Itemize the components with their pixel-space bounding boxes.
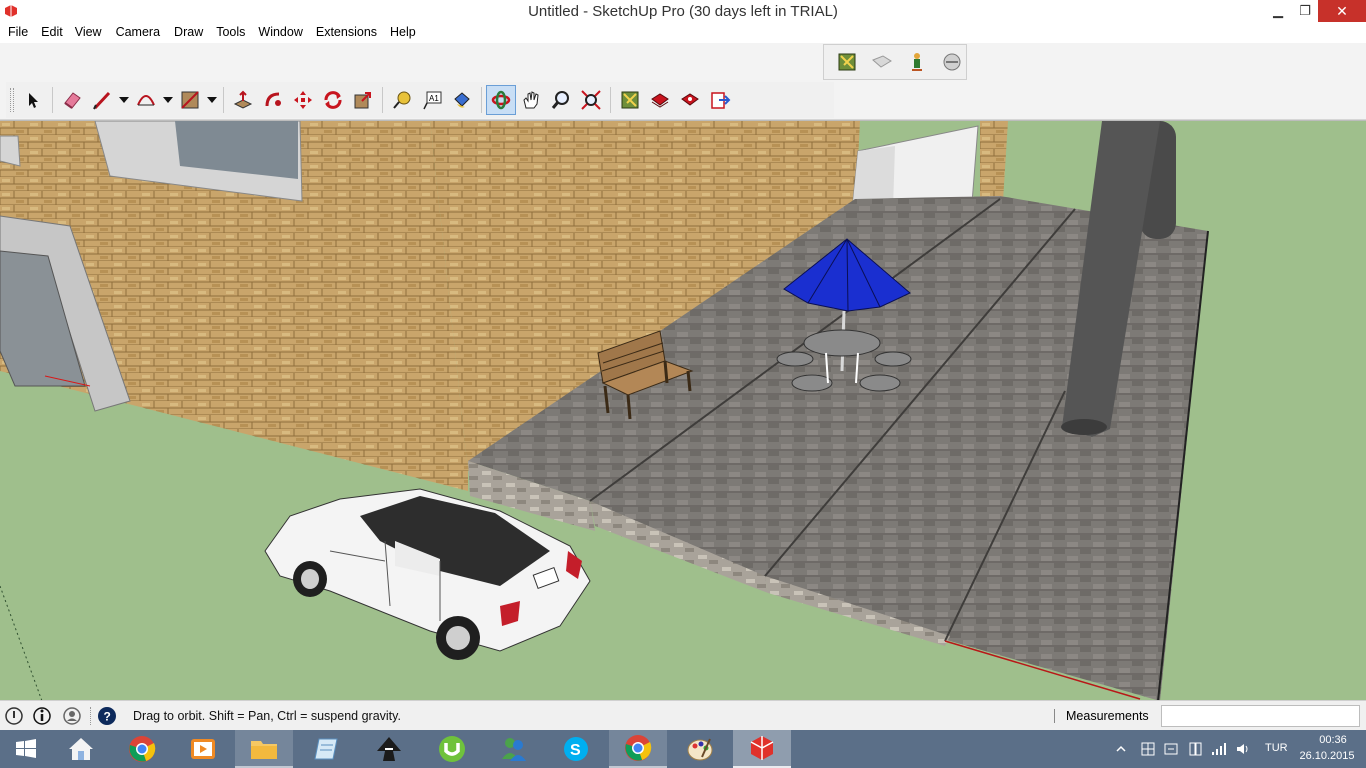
notepad-icon[interactable] xyxy=(298,730,356,768)
move-icon[interactable] xyxy=(288,85,318,115)
taskbar: S TUR 00:36 26.10.2015 xyxy=(0,730,1366,768)
input-language[interactable]: TUR xyxy=(1265,742,1288,754)
main-toolbar: A1 xyxy=(6,82,834,118)
share-model-icon[interactable] xyxy=(867,47,896,77)
volume-icon[interactable] xyxy=(1235,741,1251,757)
tape-measure-icon[interactable] xyxy=(387,85,417,115)
menu-camera[interactable]: Camera xyxy=(116,24,160,43)
rotate-icon[interactable] xyxy=(318,85,348,115)
building-window-sill xyxy=(0,135,21,167)
menu-extensions[interactable]: Extensions xyxy=(316,24,377,43)
status-bar: ? Drag to orbit. Shift = Pan, Ctrl = sus… xyxy=(0,700,1366,730)
pillar-base xyxy=(1061,419,1107,435)
toolbar-grip[interactable] xyxy=(10,88,14,112)
measurements-input[interactable] xyxy=(1161,705,1360,727)
window-title: Untitled - SketchUp Pro (30 days left in… xyxy=(528,3,838,20)
orbit-icon[interactable] xyxy=(486,85,516,115)
eraser-icon[interactable] xyxy=(57,85,87,115)
chevron-down-icon[interactable] xyxy=(205,85,219,115)
warehouse-toolbar xyxy=(823,44,967,80)
menu-tools[interactable]: Tools xyxy=(216,24,245,43)
title-bar: Untitled - SketchUp Pro (30 days left in… xyxy=(0,0,1366,24)
messenger-icon[interactable] xyxy=(485,730,543,768)
media-player-icon[interactable] xyxy=(174,730,232,768)
file-explorer-home-icon[interactable] xyxy=(52,730,110,768)
status-divider xyxy=(1054,709,1055,723)
battery-icon[interactable] xyxy=(1187,741,1203,757)
utorrent-icon[interactable] xyxy=(423,730,481,768)
menu-window[interactable]: Window xyxy=(258,24,302,43)
svg-text:?: ? xyxy=(104,710,111,724)
close-button[interactable]: ✕ xyxy=(1318,0,1366,22)
chevron-up-icon[interactable] xyxy=(1115,743,1127,755)
component-icon[interactable] xyxy=(675,85,705,115)
select-icon[interactable] xyxy=(18,85,48,115)
credits-icon[interactable] xyxy=(32,706,52,726)
layout-icon[interactable] xyxy=(937,47,966,77)
chevron-down-icon[interactable] xyxy=(117,85,131,115)
skype-icon[interactable]: S xyxy=(547,730,605,768)
toolbar-separator xyxy=(382,87,383,113)
menu-help[interactable]: Help xyxy=(390,24,416,43)
paint-bucket-icon[interactable] xyxy=(447,85,477,115)
minimize-button[interactable]: ▁ xyxy=(1265,0,1291,22)
clock-date[interactable]: 26.10.2015 xyxy=(1298,750,1356,762)
clock-time[interactable]: 00:36 xyxy=(1313,734,1353,746)
measurements-label: Measurements xyxy=(1066,709,1149,723)
chevron-down-icon[interactable] xyxy=(161,85,175,115)
chrome-icon[interactable] xyxy=(609,730,667,768)
windows-update-icon[interactable] xyxy=(1163,741,1179,757)
toolbar-separator xyxy=(481,87,482,113)
arc-icon[interactable] xyxy=(131,85,161,115)
user-account-icon[interactable] xyxy=(62,706,82,726)
menu-bar: File Edit View Camera Draw Tools Window … xyxy=(0,24,1366,43)
push-pull-icon[interactable] xyxy=(228,85,258,115)
help-icon[interactable]: ? xyxy=(97,706,117,726)
chrome-icon[interactable] xyxy=(113,730,171,768)
scale-icon[interactable] xyxy=(348,85,378,115)
follow-me-icon[interactable] xyxy=(258,85,288,115)
zoom-extents-icon[interactable] xyxy=(576,85,606,115)
maximize-button[interactable]: ❐ xyxy=(1292,0,1318,22)
menu-file[interactable]: File xyxy=(8,24,28,43)
3d-warehouse-icon[interactable] xyxy=(615,85,645,115)
inkscape-icon[interactable] xyxy=(360,730,418,768)
toolbar-separator xyxy=(223,87,224,113)
file-explorer-icon[interactable] xyxy=(235,730,293,768)
drawing-viewport[interactable] xyxy=(0,120,1366,700)
pan-icon[interactable] xyxy=(516,85,546,115)
status-hint: Drag to orbit. Shift = Pan, Ctrl = suspe… xyxy=(133,709,401,723)
3d-warehouse-icon[interactable] xyxy=(832,47,861,77)
line-icon[interactable] xyxy=(87,85,117,115)
toolbar-separator xyxy=(610,87,611,113)
text-icon[interactable]: A1 xyxy=(417,85,447,115)
geo-location-icon[interactable] xyxy=(4,706,24,726)
zoom-icon[interactable] xyxy=(546,85,576,115)
menu-draw[interactable]: Draw xyxy=(174,24,203,43)
extension-warehouse-icon[interactable] xyxy=(645,85,675,115)
action-center-icon[interactable] xyxy=(1140,741,1156,757)
extension-warehouse-icon[interactable] xyxy=(902,47,931,77)
network-signal-icon[interactable] xyxy=(1211,741,1227,757)
sketchup-icon[interactable] xyxy=(733,730,791,768)
rectangle-icon[interactable] xyxy=(175,85,205,115)
menu-view[interactable]: View xyxy=(75,24,102,43)
status-divider xyxy=(90,707,91,725)
toolbar-separator xyxy=(52,87,53,113)
svg-text:A1: A1 xyxy=(429,94,439,103)
paint-icon[interactable] xyxy=(671,730,729,768)
send-to-layout-icon[interactable] xyxy=(705,85,735,115)
start-icon[interactable] xyxy=(0,730,52,768)
menu-edit[interactable]: Edit xyxy=(41,24,63,43)
svg-text:S: S xyxy=(570,742,581,759)
